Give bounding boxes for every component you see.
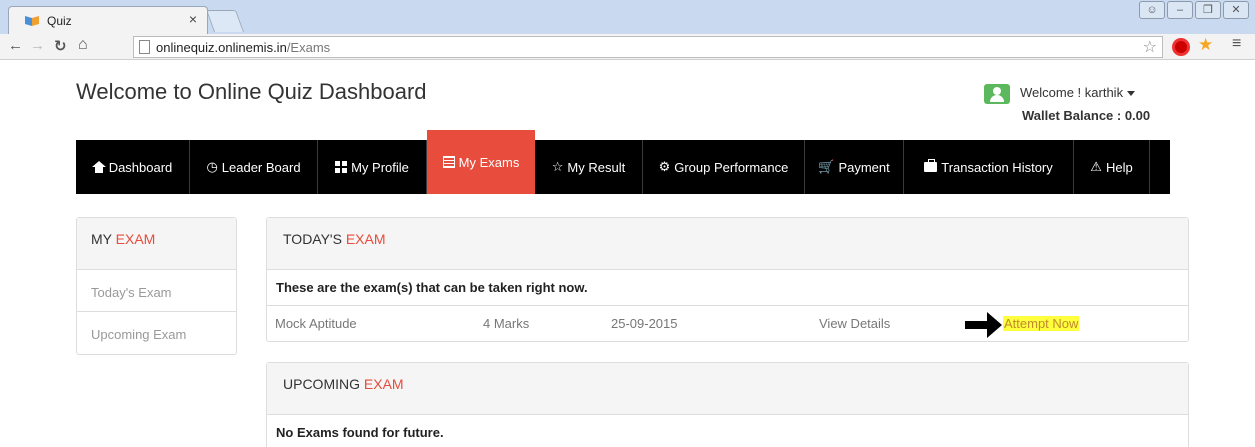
nav-my-profile[interactable]: My Profile bbox=[318, 140, 427, 194]
new-tab-button[interactable] bbox=[205, 10, 245, 32]
browser-titlebar: Quiz × ☺ – ❐ ✕ bbox=[0, 0, 1255, 34]
back-icon[interactable]: ← bbox=[8, 37, 23, 54]
star-icon: ☆ bbox=[551, 159, 564, 174]
upcoming-exam-heading: UPCOMING EXAM bbox=[267, 363, 1188, 415]
warning-icon: ⚠ bbox=[1090, 159, 1102, 174]
gear-icon: ⚙ bbox=[658, 159, 671, 174]
sidebar-item-upcoming-exam[interactable]: Upcoming Exam bbox=[77, 312, 236, 354]
list-icon bbox=[442, 156, 455, 168]
url-text: onlinequiz.onlinemis.in/Exams bbox=[156, 40, 331, 55]
home-icon bbox=[91, 160, 106, 173]
browser-toolbar: ← → ↻ ⌂ onlinequiz.onlinemis.in/Exams ☆ … bbox=[0, 34, 1255, 60]
caret-down-icon bbox=[1127, 91, 1136, 97]
restore-icon[interactable]: ❐ bbox=[1195, 1, 1221, 19]
exam-date: 25-09-2015 bbox=[611, 316, 678, 331]
close-window-icon[interactable]: ✕ bbox=[1223, 1, 1249, 19]
nav-group-performance[interactable]: ⚙ Group Performance bbox=[643, 140, 805, 194]
grid-icon bbox=[335, 161, 348, 173]
user-profile-icon[interactable]: ☺ bbox=[1139, 1, 1165, 19]
user-avatar-icon bbox=[984, 84, 1010, 104]
nav-help[interactable]: ⚠ Help bbox=[1074, 140, 1150, 194]
attempt-now-link[interactable]: Attempt Now bbox=[1003, 316, 1080, 331]
sidebar-heading: MY EXAM bbox=[77, 218, 236, 270]
main-navbar: Dashboard ◷ Leader Board My Profile My E… bbox=[76, 130, 1170, 194]
todays-exam-panel: TODAY'S EXAM These are the exam(s) that … bbox=[266, 217, 1189, 342]
nav-my-result[interactable]: ☆ My Result bbox=[535, 140, 643, 194]
bookmark-star-icon[interactable]: ☆ bbox=[1143, 37, 1157, 57]
nav-dashboard[interactable]: Dashboard bbox=[76, 140, 190, 194]
clock-icon: ◷ bbox=[206, 159, 218, 174]
nav-transaction-history[interactable]: Transaction History bbox=[904, 140, 1074, 194]
table-row: Mock Aptitude 4 Marks 25-09-2015 View De… bbox=[267, 306, 1188, 342]
reload-icon[interactable]: ↻ bbox=[54, 37, 67, 55]
address-bar[interactable]: onlinequiz.onlinemis.in/Exams ☆ bbox=[133, 36, 1163, 58]
nav-my-exams[interactable]: My Exams bbox=[427, 130, 535, 194]
todays-exam-heading: TODAY'S EXAM bbox=[267, 218, 1188, 270]
browser-tab[interactable]: Quiz × bbox=[8, 6, 208, 34]
upcoming-exam-note: No Exams found for future. bbox=[276, 425, 444, 440]
minimize-icon[interactable]: – bbox=[1167, 1, 1193, 19]
sidebar: MY EXAM Today's Exam Upcoming Exam bbox=[76, 217, 237, 355]
page-icon bbox=[139, 40, 150, 54]
exam-name: Mock Aptitude bbox=[275, 316, 357, 331]
briefcase-icon bbox=[924, 159, 938, 172]
menu-icon[interactable]: ≡ bbox=[1232, 35, 1241, 53]
nav-payment[interactable]: 🛒 Payment bbox=[805, 140, 904, 194]
view-details-link[interactable]: View Details bbox=[819, 316, 890, 331]
favorite-extension-icon[interactable]: ★ bbox=[1198, 35, 1213, 55]
tab-close-icon[interactable]: × bbox=[189, 11, 197, 27]
wallet-balance: Wallet Balance : 0.00 bbox=[1022, 108, 1151, 123]
exam-marks: 4 Marks bbox=[483, 316, 530, 331]
quiz-favicon-icon bbox=[25, 16, 39, 26]
cart-icon: 🛒 bbox=[818, 159, 835, 174]
upcoming-exam-panel: UPCOMING EXAM No Exams found for future. bbox=[266, 362, 1189, 447]
forward-icon[interactable]: → bbox=[30, 37, 45, 54]
arrow-right-icon bbox=[965, 312, 1002, 338]
nav-leader-board[interactable]: ◷ Leader Board bbox=[190, 140, 318, 194]
tab-title: Quiz bbox=[47, 14, 72, 28]
page-title: Welcome to Online Quiz Dashboard bbox=[76, 79, 427, 104]
home-page-icon[interactable]: ⌂ bbox=[78, 36, 88, 54]
welcome-user-dropdown[interactable]: Welcome ! karthik bbox=[1020, 85, 1136, 100]
todays-exam-note: These are the exam(s) that can be taken … bbox=[267, 270, 1188, 306]
adblock-extension-icon[interactable] bbox=[1172, 38, 1190, 56]
sidebar-item-todays-exam[interactable]: Today's Exam bbox=[77, 270, 236, 312]
